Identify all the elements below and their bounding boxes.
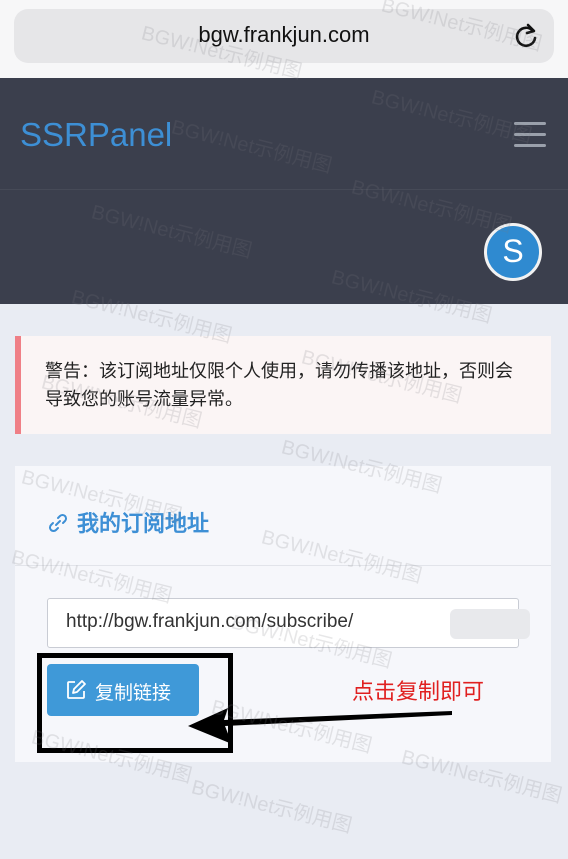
address-text[interactable]: bgw.frankjun.com [14, 22, 554, 48]
card-title: 我的订阅地址 [77, 512, 210, 537]
link-icon [48, 513, 68, 533]
app-header: SSRPanel S [0, 78, 568, 304]
redacted-token [450, 609, 530, 639]
header-divider [0, 189, 568, 190]
warning-text: 警告：该订阅地址仅限个人使用，请勿传播该地址，否则会导致您的账号流量异常。 [45, 361, 513, 410]
annotation-arrow [188, 708, 452, 744]
card-header: 我的订阅地址 [15, 466, 551, 566]
reload-icon[interactable] [512, 22, 540, 50]
address-bar[interactable]: bgw.frankjun.com [14, 9, 554, 63]
hamburger-menu-icon[interactable] [514, 122, 546, 148]
subscription-url-input[interactable]: http://bgw.frankjun.com/subscribe/ [47, 598, 530, 648]
brand-logo[interactable]: SSRPanel [20, 116, 172, 154]
subscription-url-value[interactable]: http://bgw.frankjun.com/subscribe/ [66, 611, 353, 633]
watermark: BGW!Net示例用图 [189, 776, 355, 838]
warning-alert: 警告：该订阅地址仅限个人使用，请勿传播该地址，否则会导致您的账号流量异常。 [15, 336, 551, 434]
avatar[interactable]: S [484, 223, 542, 281]
browser-toolbar: bgw.frankjun.com [0, 0, 568, 78]
